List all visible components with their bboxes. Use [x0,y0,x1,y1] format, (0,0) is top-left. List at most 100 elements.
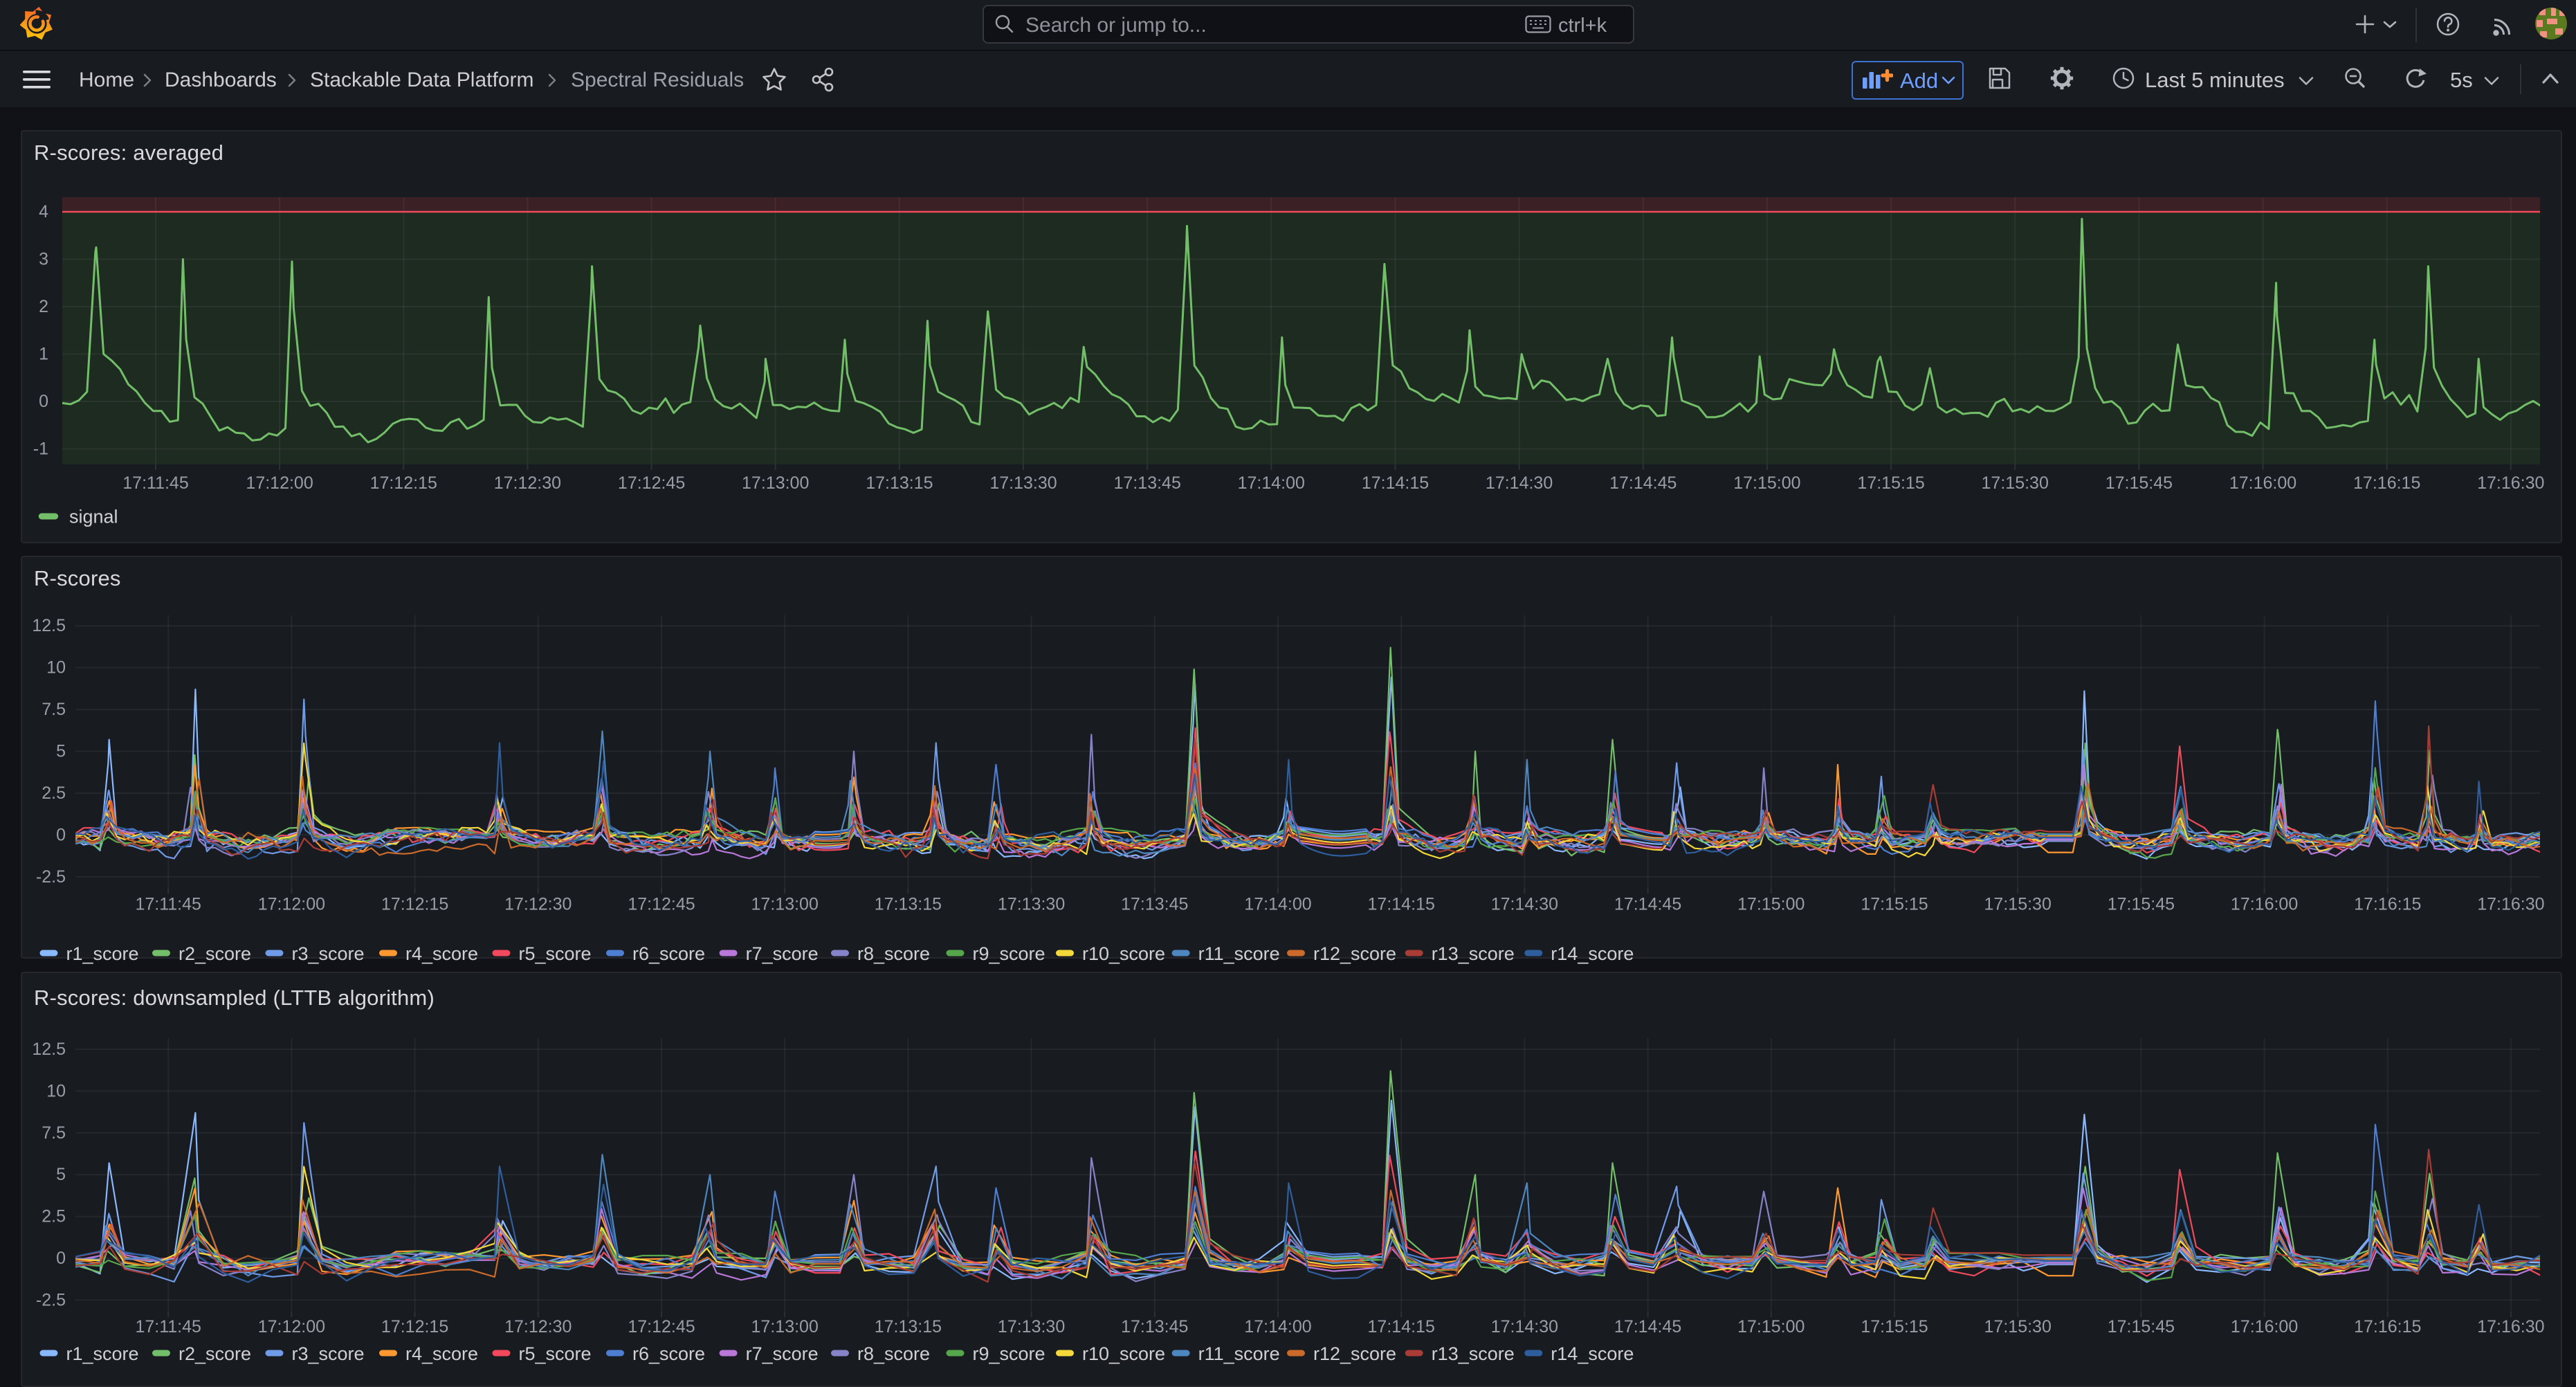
svg-text:17:13:45: 17:13:45 [1121,1317,1188,1336]
svg-text:r12_score: r12_score [1313,943,1396,964]
svg-text:17:15:15: 17:15:15 [1861,1317,1928,1336]
svg-text:17:15:15: 17:15:15 [1861,895,1928,914]
svg-text:17:13:30: 17:13:30 [998,895,1065,914]
svg-text:17:12:00: 17:12:00 [246,473,313,493]
svg-text:r2_score: r2_score [179,943,251,964]
svg-text:17:16:00: 17:16:00 [2231,895,2298,914]
svg-text:0: 0 [56,825,66,844]
svg-text:r1_score: r1_score [66,1343,139,1364]
svg-text:17:14:15: 17:14:15 [1368,1317,1435,1336]
svg-text:17:11:45: 17:11:45 [135,1317,201,1336]
svg-text:17:15:30: 17:15:30 [1984,895,2052,914]
svg-text:17:15:00: 17:15:00 [1733,473,1800,493]
svg-text:17:16:30: 17:16:30 [2477,473,2544,493]
svg-text:17:14:00: 17:14:00 [1244,895,1311,914]
svg-text:17:15:30: 17:15:30 [1982,473,2049,493]
svg-text:17:14:30: 17:14:30 [1491,895,1558,914]
svg-text:17:14:30: 17:14:30 [1486,473,1553,493]
svg-text:17:14:30: 17:14:30 [1491,1317,1558,1336]
svg-text:r13_score: r13_score [1432,943,1515,964]
svg-text:10: 10 [46,658,66,678]
svg-text:17:13:00: 17:13:00 [751,1317,819,1336]
svg-text:-2.5: -2.5 [36,1290,66,1309]
svg-text:17:16:15: 17:16:15 [2354,895,2421,914]
svg-text:r6_score: r6_score [632,943,705,964]
svg-text:17:12:45: 17:12:45 [628,1317,695,1336]
svg-text:0: 0 [39,392,48,411]
svg-text:17:12:00: 17:12:00 [258,895,325,914]
svg-text:r1_score: r1_score [66,943,139,964]
svg-text:17:14:15: 17:14:15 [1368,895,1435,914]
svg-text:12.5: 12.5 [32,616,66,635]
svg-text:17:15:30: 17:15:30 [1984,1317,2052,1336]
svg-text:17:12:30: 17:12:30 [504,1317,572,1336]
svg-text:17:14:45: 17:14:45 [1614,1317,1681,1336]
svg-text:2.5: 2.5 [42,1207,66,1226]
svg-text:17:13:45: 17:13:45 [1121,895,1188,914]
svg-text:r13_score: r13_score [1432,1343,1515,1364]
svg-text:17:12:15: 17:12:15 [370,473,437,493]
svg-text:17:15:45: 17:15:45 [2108,895,2175,914]
svg-text:r5_score: r5_score [519,1343,592,1364]
svg-text:r7_score: r7_score [746,1343,819,1364]
svg-text:17:14:15: 17:14:15 [1362,473,1429,493]
svg-text:17:13:00: 17:13:00 [742,473,809,493]
svg-text:17:16:30: 17:16:30 [2477,1317,2544,1336]
svg-text:17:15:00: 17:15:00 [1737,895,1805,914]
svg-text:17:13:00: 17:13:00 [751,895,819,914]
svg-text:17:13:15: 17:13:15 [866,473,933,493]
svg-text:5: 5 [56,1165,66,1184]
svg-text:r9_score: r9_score [973,1343,1045,1364]
svg-text:17:13:15: 17:13:15 [875,895,942,914]
svg-text:r6_score: r6_score [632,1343,705,1364]
svg-text:2.5: 2.5 [42,783,66,803]
svg-text:r11_score: r11_score [1198,943,1280,964]
svg-text:17:14:00: 17:14:00 [1244,1317,1311,1336]
svg-text:-2.5: -2.5 [36,867,66,887]
svg-text:r11_score: r11_score [1198,1343,1280,1364]
svg-text:17:12:30: 17:12:30 [504,895,572,914]
svg-text:1: 1 [39,345,48,364]
svg-text:r14_score: r14_score [1551,943,1634,964]
svg-text:17:11:45: 17:11:45 [122,473,188,493]
svg-text:17:14:45: 17:14:45 [1614,895,1681,914]
svg-text:r7_score: r7_score [746,943,819,964]
svg-text:17:12:15: 17:12:15 [381,895,448,914]
svg-text:r10_score: r10_score [1082,943,1165,964]
svg-text:r4_score: r4_score [405,943,478,964]
svg-text:5: 5 [56,742,66,761]
svg-text:17:16:15: 17:16:15 [2354,1317,2421,1336]
svg-text:17:15:00: 17:15:00 [1737,1317,1805,1336]
svg-text:r5_score: r5_score [519,943,592,964]
svg-text:17:16:00: 17:16:00 [2231,1317,2298,1336]
svg-text:r8_score: r8_score [857,943,930,964]
svg-text:17:15:45: 17:15:45 [2108,1317,2175,1336]
svg-text:17:12:15: 17:12:15 [381,1317,448,1336]
svg-text:r4_score: r4_score [405,1343,478,1364]
svg-text:12.5: 12.5 [32,1040,66,1059]
svg-text:2: 2 [39,297,48,316]
svg-text:0: 0 [56,1249,66,1268]
svg-text:17:12:30: 17:12:30 [494,473,561,493]
svg-text:17:16:15: 17:16:15 [2353,473,2420,493]
svg-text:17:14:00: 17:14:00 [1238,473,1305,493]
svg-text:17:16:00: 17:16:00 [2229,473,2296,493]
svg-text:r14_score: r14_score [1551,1343,1634,1364]
svg-text:7.5: 7.5 [42,1123,66,1143]
svg-text:r2_score: r2_score [179,1343,251,1364]
svg-text:17:13:15: 17:13:15 [875,1317,942,1336]
svg-text:17:13:45: 17:13:45 [1114,473,1181,493]
svg-text:17:14:45: 17:14:45 [1609,473,1677,493]
svg-text:r8_score: r8_score [857,1343,930,1364]
svg-text:17:12:00: 17:12:00 [258,1317,325,1336]
svg-text:7.5: 7.5 [42,700,66,719]
svg-text:r9_score: r9_score [973,943,1045,964]
svg-text:17:12:45: 17:12:45 [618,473,685,493]
svg-text:signal: signal [69,507,118,527]
svg-text:17:15:45: 17:15:45 [2105,473,2173,493]
svg-text:17:15:15: 17:15:15 [1857,473,1924,493]
svg-text:17:13:30: 17:13:30 [989,473,1057,493]
svg-text:4: 4 [39,202,48,221]
svg-text:-1: -1 [33,439,48,459]
svg-text:17:11:45: 17:11:45 [135,895,201,914]
